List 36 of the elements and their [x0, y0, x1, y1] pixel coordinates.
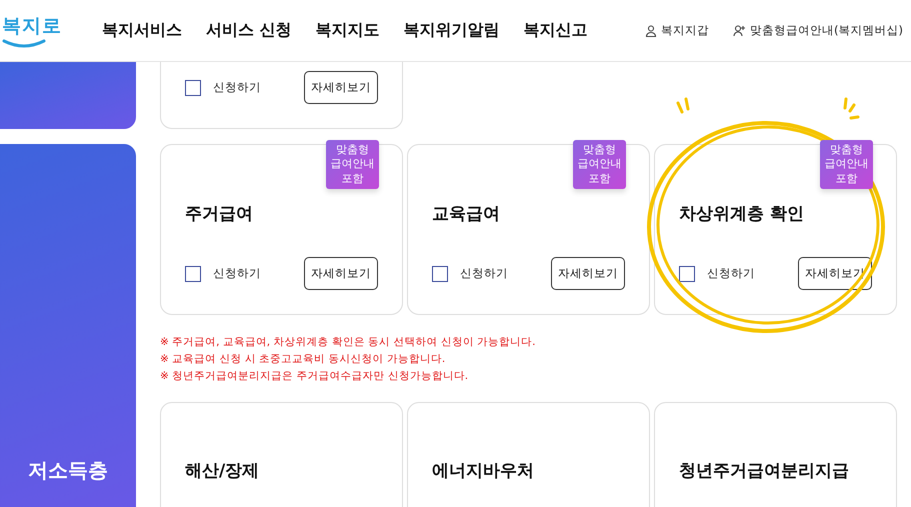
- checkbox[interactable]: [185, 80, 201, 96]
- category-label: 저소득층: [28, 457, 108, 484]
- checkbox[interactable]: [185, 266, 201, 282]
- notice-text: ※ 주거급여, 교육급여, 차상위계층 확인은 동시 선택하여 신청이 가능합니다.: [160, 335, 537, 349]
- user-plus-icon: [733, 24, 746, 36]
- category-panel[interactable]: 저소득층: [0, 144, 136, 507]
- checkbox[interactable]: [679, 266, 695, 282]
- apply-label: 신청하기: [460, 266, 508, 281]
- card-title: 에너지바우처: [432, 460, 535, 482]
- custom-benefit-badge: 맞춤형 급여안내 포함: [573, 140, 626, 189]
- card-title: 차상위계층 확인: [679, 203, 805, 225]
- user-icon: [645, 24, 658, 36]
- card-title: 주거급여: [185, 203, 254, 225]
- custom-benefit-badge: 맞춤형 급여안내 포함: [326, 140, 379, 189]
- user-link[interactable]: 복지지갑: [645, 23, 710, 38]
- nav-link[interactable]: 복지위기알림: [404, 20, 500, 41]
- detail-button[interactable]: 자세히보기: [304, 71, 378, 104]
- detail-button[interactable]: 자세히보기: [798, 257, 872, 290]
- detail-button[interactable]: 자세히보기: [551, 257, 625, 290]
- nav-link[interactable]: 복지지도: [316, 20, 380, 41]
- apply-label: 신청하기: [707, 266, 755, 281]
- card-title: 교육급여: [432, 203, 501, 225]
- nav-link[interactable]: 복지서비스: [102, 20, 182, 41]
- notice-text: ※ 청년주거급여분리지급은 주거급여수급자만 신청가능합니다.: [160, 369, 470, 383]
- custom-benefit-badge: 맞춤형 급여안내 포함: [820, 140, 873, 189]
- nav-link[interactable]: 서비스 신청: [206, 20, 292, 41]
- apply-label: 신청하기: [213, 266, 261, 281]
- detail-button[interactable]: 자세히보기: [304, 257, 378, 290]
- apply-label: 신청하기: [213, 80, 261, 95]
- notice-text: ※ 교육급여 신청 시 초중고교육비 동시신청이 가능합니다.: [160, 352, 446, 366]
- nav-link[interactable]: 복지신고: [524, 20, 588, 41]
- checkbox[interactable]: [432, 266, 448, 282]
- smile-logo-icon: [2, 39, 46, 48]
- user-link[interactable]: 맞춤형급여안내(복지멤버십): [733, 23, 903, 38]
- card-title: 해산/장제: [185, 460, 260, 482]
- card-title: 청년주거급여분리지급: [679, 460, 850, 482]
